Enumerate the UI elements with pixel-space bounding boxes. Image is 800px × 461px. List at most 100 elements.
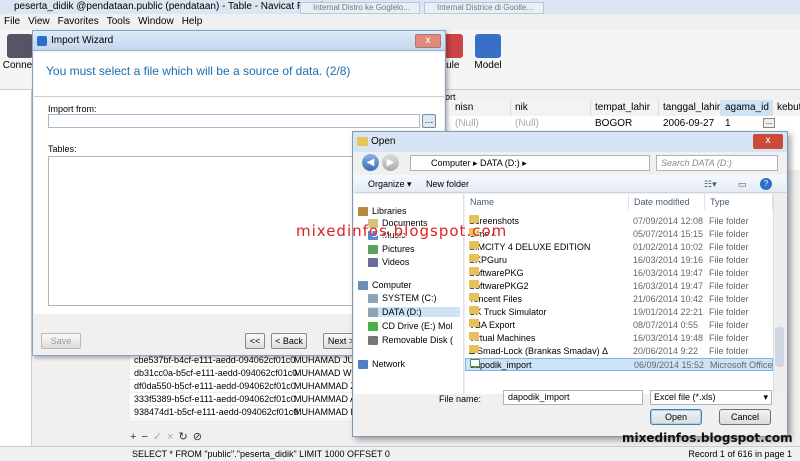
file-row[interactable]: dapodik_import 06/09/2014 15:52 Microsoft … — [465, 358, 773, 371]
preview-pane-icon[interactable]: ▭ — [738, 175, 747, 193]
file-row[interactable]: SoftwarePKG 16/03/2014 19:47 File folder — [465, 267, 773, 280]
drive-icon — [368, 308, 378, 318]
open-dialog-close-button[interactable]: x — [753, 134, 783, 149]
menu-window[interactable]: Window — [138, 14, 174, 30]
app-title-bar: peserta_didik @pendataan.public (pendata… — [0, 0, 800, 14]
first-step-button[interactable]: << — [245, 333, 265, 349]
forward-arrow-icon[interactable]: ▶ — [382, 154, 399, 171]
row-id: db31cc0a-b5cf-e111-aedd-094062cf01c0 — [134, 368, 298, 378]
model-button[interactable]: Model — [468, 34, 508, 71]
import-from-input[interactable] — [48, 114, 420, 128]
folder-icon — [469, 280, 479, 288]
nav-item[interactable]: SYSTEM (C:) — [368, 293, 437, 304]
column-header-date[interactable]: Date modified — [629, 194, 705, 210]
folder-icon — [469, 332, 479, 340]
file-date: 19/01/2014 22:21 — [633, 307, 704, 317]
file-date: 16/03/2014 19:47 — [633, 281, 704, 291]
command-bar: Organize ▾ New folder ☷▾ ▭ ? — [354, 175, 786, 193]
file-name: VBA Export — [469, 319, 627, 332]
column-header[interactable]: agama_id — [721, 100, 773, 116]
record-count: Record 1 of 616 in page 1 — [688, 449, 792, 459]
column-header-name[interactable]: Name — [465, 194, 629, 210]
file-name-text: Δ Smad-Lock (Brankas Smadav) Δ — [469, 346, 609, 356]
filetype-select[interactable]: Excel file (*.xls) ▾ — [650, 390, 772, 405]
view-options-icon[interactable]: ☷▾ — [704, 175, 717, 193]
apply-icon[interactable]: ✓ — [153, 431, 167, 443]
file-row[interactable]: Sims 4 05/07/2014 15:15 File folder — [465, 228, 773, 241]
file-name: dapodik_import — [470, 359, 628, 372]
object-tree[interactable] — [0, 90, 32, 446]
background-tab-1[interactable]: Internal Distro ke Goglelo... — [300, 2, 420, 14]
file-row[interactable]: Screenshots 07/09/2014 12:08 File folder — [465, 215, 773, 228]
file-row[interactable]: SIMCITY 4 DELUXE EDITION 01/02/2014 10:02… — [465, 241, 773, 254]
browse-button[interactable]: … — [422, 114, 436, 128]
delete-record-icon[interactable]: − — [141, 431, 152, 443]
menu-file[interactable]: File — [4, 14, 20, 30]
menu-favorites[interactable]: Favorites — [58, 14, 99, 30]
file-row[interactable]: UK Truck Simulator 19/01/2014 22:21 File f… — [465, 306, 773, 319]
add-record-icon[interactable]: + — [130, 431, 141, 443]
file-name: SoftwarePKG — [469, 267, 627, 280]
nav-item[interactable]: Videos — [368, 257, 409, 268]
help-icon[interactable]: ? — [760, 178, 772, 190]
file-row[interactable]: Tencent Files 21/06/2014 10:42 File folder — [465, 293, 773, 306]
nav-item[interactable]: Pictures — [368, 244, 415, 255]
nav-item[interactable]: DATA (D:) — [368, 307, 460, 318]
search-input[interactable]: Search DATA (D:) — [656, 155, 778, 171]
file-type: File folder — [709, 242, 749, 252]
nav-item[interactable]: Network — [358, 359, 405, 370]
grid-cell[interactable]: (Null) — [451, 117, 511, 131]
open-file-dialog: Open x ◀ ▶ Computer ▸ DATA (D:) ▸ Search… — [352, 131, 788, 437]
column-header[interactable]: nisn — [451, 100, 511, 116]
column-header-type[interactable]: Type — [705, 194, 773, 210]
back-arrow-icon[interactable]: ◀ — [362, 154, 379, 171]
menu-view[interactable]: View — [28, 14, 50, 30]
column-header[interactable]: kebutu — [773, 100, 800, 116]
wizard-title-bar: Import Wizard x — [33, 31, 445, 51]
nav-item[interactable]: Libraries — [358, 206, 407, 217]
file-row[interactable]: Virtual Machines 16/03/2014 19:48 File fol… — [465, 332, 773, 345]
watermark-bottom: mixedinfos.blogspot.com — [622, 431, 793, 445]
wizard-close-button[interactable]: x — [415, 34, 441, 48]
menu-help[interactable]: Help — [182, 14, 203, 30]
cancel-button[interactable]: Cancel — [719, 409, 771, 425]
nav-item[interactable]: CD Drive (E:) Mol — [368, 321, 453, 332]
file-row[interactable]: VBA Export 08/07/2014 0:55 File folder — [465, 319, 773, 332]
cell-ellipsis-button[interactable]: ... — [763, 118, 775, 128]
back-button[interactable]: < Back — [271, 333, 307, 349]
breadcrumb[interactable]: Computer ▸ DATA (D:) ▸ — [410, 155, 650, 171]
file-list[interactable]: Name Date modified Type Screenshots 07/09… — [465, 194, 773, 394]
save-button[interactable]: Save — [41, 333, 81, 349]
file-list-scrollbar[interactable] — [773, 194, 785, 394]
file-name: SKPGuru — [469, 254, 627, 267]
grid-cell[interactable]: BOGOR — [591, 117, 659, 131]
file-row[interactable]: SoftwarePKG2 16/03/2014 19:47 File folder — [465, 280, 773, 293]
grid-cell[interactable]: (Null) — [511, 117, 591, 131]
file-row[interactable]: SKPGuru 16/03/2014 19:16 File folder — [465, 254, 773, 267]
divider — [34, 96, 444, 97]
column-header[interactable]: tanggal_lahir — [659, 100, 721, 116]
grid-cell[interactable]: 1 — [721, 117, 761, 131]
refresh-icon[interactable]: ↻ — [179, 431, 193, 443]
file-row[interactable]: Δ Smad-Lock (Brankas Smadav) Δ 20/06/2014… — [465, 345, 773, 358]
grid-cell[interactable]: 2006-09-27 — [659, 117, 721, 131]
nav-item-label: Computer — [372, 280, 412, 290]
nav-item[interactable]: Removable Disk ( — [368, 335, 453, 346]
organize-button[interactable]: Organize ▾ — [368, 175, 412, 193]
new-folder-button[interactable]: New folder — [426, 175, 469, 193]
file-name: UK Truck Simulator — [469, 306, 627, 319]
open-button[interactable]: Open — [650, 409, 702, 425]
menu-tools[interactable]: Tools — [107, 14, 130, 30]
column-header[interactable]: tempat_lahir — [591, 100, 659, 116]
background-tab-2[interactable]: Internal Districe di Goolle... — [424, 2, 544, 14]
scrollbar-thumb[interactable] — [775, 327, 784, 367]
nav-item-label: DATA (D:) — [382, 307, 422, 317]
open-dialog-title-bar: Open x — [353, 132, 787, 152]
stop-icon[interactable]: ⊘ — [193, 431, 207, 443]
nav-item[interactable]: Computer — [358, 280, 412, 291]
nav-item-label: Pictures — [382, 244, 415, 254]
discard-icon[interactable]: × — [167, 431, 178, 443]
filename-input[interactable]: dapodik_import — [503, 390, 643, 405]
file-name: SIMCITY 4 DELUXE EDITION — [469, 241, 627, 254]
column-header[interactable]: nik — [511, 100, 591, 116]
